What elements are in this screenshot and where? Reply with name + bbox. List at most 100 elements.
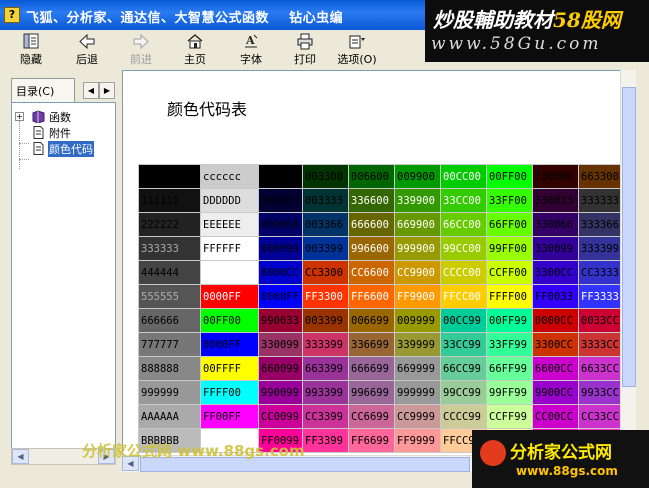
color-swatch-cell: CC9900 — [394, 260, 441, 285]
tab-scroll-left-icon[interactable]: ◀ — [83, 82, 99, 99]
color-swatch-cell: cccccc — [200, 164, 259, 189]
font-button[interactable]: A 字体 — [234, 32, 268, 66]
page-icon — [33, 142, 44, 155]
color-swatch-cell: CC3333 — [578, 260, 625, 285]
color-swatch-cell: FFCC00 — [440, 284, 487, 309]
color-swatch-cell: FF6699 — [348, 428, 395, 453]
color-swatch-cell: 9900CC — [532, 380, 579, 405]
color-swatch-cell: 99FF99 — [486, 380, 533, 405]
color-swatch-cell: 330000 — [532, 164, 579, 189]
color-swatch-cell: 009999 — [394, 308, 441, 333]
back-button[interactable]: 后退 — [70, 32, 104, 66]
tab-scroll-right-icon[interactable]: ▶ — [99, 82, 115, 99]
color-table-row: 111111 DDDDDD 000033 003333 336600 339900 33CC… — [138, 188, 625, 213]
color-swatch-cell: 66FF99 — [486, 356, 533, 381]
tree-connector — [19, 121, 20, 169]
color-swatch-cell: 663300 — [578, 164, 625, 189]
tab-contents[interactable]: 目录(C) — [11, 78, 75, 102]
color-swatch-cell: CC00CC — [532, 404, 579, 429]
color-code-table: cccccc 003300 006600 009900 00CC00 00FF00 3300… — [138, 164, 625, 453]
color-table-row: 888888 00FFFF 660099 663399 666699 669999 66CC… — [138, 356, 625, 381]
color-swatch-cell: 003399 — [302, 236, 349, 261]
color-swatch-cell: 33CC99 — [440, 332, 487, 357]
color-swatch-cell: FF9900 — [394, 284, 441, 309]
content-pane: 颜色代码表 cccccc 003300 006600 009900 00CC00 00FF… — [122, 70, 634, 472]
watermark-text: 分析家公式网 www.88gs.com — [82, 442, 305, 460]
color-swatch-cell: FF0033 — [532, 284, 579, 309]
color-swatch-cell: 00FF99 — [486, 308, 533, 333]
color-swatch-cell: 999999 — [138, 380, 201, 405]
color-swatch-cell: 003399 — [302, 308, 349, 333]
color-swatch-cell: FF00FF — [200, 404, 259, 429]
color-swatch-cell: 336699 — [348, 332, 395, 357]
tree-connector — [19, 143, 29, 144]
color-swatch-cell — [138, 164, 201, 189]
hide-icon — [23, 33, 39, 49]
color-table-row: 777777 0000FF 330099 333399 336699 339999 33CC… — [138, 332, 625, 357]
color-swatch-cell: 555555 — [138, 284, 201, 309]
color-swatch-cell: 0000CC — [532, 308, 579, 333]
color-swatch-cell: 222222 — [138, 212, 201, 237]
color-swatch-cell: 111111 — [138, 188, 201, 213]
page-icon — [33, 126, 44, 139]
print-icon — [297, 33, 313, 50]
color-table-row: cccccc 003300 006600 009900 00CC00 00FF00 3300… — [138, 164, 625, 189]
color-swatch-cell: 66FF00 — [486, 212, 533, 237]
color-swatch-cell: 777777 — [138, 332, 201, 357]
banner-line2: www.58Gu.com — [431, 34, 602, 54]
color-swatch-cell: 990099 — [258, 380, 303, 405]
color-swatch-cell: 3333CC — [578, 332, 625, 357]
site-banner: 炒股輔助教材58股网 www.58Gu.com — [425, 0, 649, 62]
color-swatch-cell: 330033 — [532, 188, 579, 213]
color-swatch-cell: 330066 — [532, 212, 579, 237]
watermark-logo: 分析家公式网 www.88gs.com — [472, 430, 649, 488]
color-swatch-cell: 0000FF — [200, 332, 259, 357]
color-swatch-cell: 0000FF — [258, 284, 303, 309]
color-swatch-cell: 996600 — [348, 236, 395, 261]
color-swatch-cell: CCFF00 — [486, 260, 533, 285]
home-button[interactable]: 主页 — [178, 32, 212, 66]
color-swatch-cell: AAAAAA — [138, 404, 201, 429]
banner-line1: 炒股輔助教材58股网 — [433, 4, 621, 33]
svg-text:A: A — [245, 34, 255, 47]
book-icon — [32, 110, 45, 123]
color-swatch-cell: 669999 — [394, 356, 441, 381]
color-swatch-cell: 888888 — [138, 356, 201, 381]
color-swatch-cell: 003300 — [302, 164, 349, 189]
color-swatch-cell: 663399 — [302, 356, 349, 381]
scroll-left-arrow-icon[interactable]: ◀ — [12, 449, 29, 464]
help-window: ? 飞狐、分析家、通达信、大智慧公式函数 钻心虫编 炒股輔助教材58股网 www… — [0, 0, 649, 488]
print-label: 打印 — [294, 53, 316, 66]
color-swatch-cell — [200, 260, 259, 285]
color-swatch-cell: 666699 — [348, 356, 395, 381]
color-table-row: 999999 FFFF00 990099 993399 996699 999999 99CC… — [138, 380, 625, 405]
forward-label: 前进 — [130, 53, 152, 66]
expand-plus-icon[interactable]: + — [15, 112, 24, 121]
color-swatch-cell: 339999 — [394, 332, 441, 357]
color-table-row: 666666 00FF00 990033 003399 006699 009999 00CC… — [138, 308, 625, 333]
color-swatch-cell: CC33CC — [578, 404, 625, 429]
color-swatch-cell: 00FFFF — [200, 356, 259, 381]
color-swatch-cell: 000033 — [258, 188, 303, 213]
tree-item-color-codes[interactable]: 颜色代码 — [32, 141, 94, 157]
hide-button[interactable]: 隐藏 — [14, 32, 48, 66]
print-button[interactable]: 打印 — [288, 32, 322, 66]
scrollbar-thumb[interactable] — [622, 87, 636, 387]
color-swatch-cell: 990033 — [258, 308, 303, 333]
color-swatch-cell: 000099 — [258, 236, 303, 261]
color-swatch-cell: 336600 — [348, 188, 395, 213]
tree-item-attachments[interactable]: 附件 — [32, 125, 72, 141]
color-swatch-cell: 993399 — [302, 380, 349, 405]
content-vertical-scrollbar[interactable] — [620, 70, 636, 472]
forward-arrow-icon — [133, 33, 149, 50]
color-swatch-cell: 660099 — [258, 356, 303, 381]
color-swatch-cell: 0033CC — [578, 308, 625, 333]
toolbar: 隐藏 后退 前进 主页 A 字体 打印 选项(O) — [0, 30, 425, 68]
color-swatch-cell: 333399 — [302, 332, 349, 357]
color-swatch-cell: FF3300 — [302, 284, 349, 309]
options-button[interactable]: 选项(O) — [334, 32, 380, 66]
forward-button[interactable]: 前进 — [124, 32, 158, 66]
color-swatch-cell: 33FF99 — [486, 332, 533, 357]
app-help-icon[interactable]: ? — [4, 7, 20, 23]
tree-item-functions[interactable]: 函数 — [32, 109, 72, 125]
